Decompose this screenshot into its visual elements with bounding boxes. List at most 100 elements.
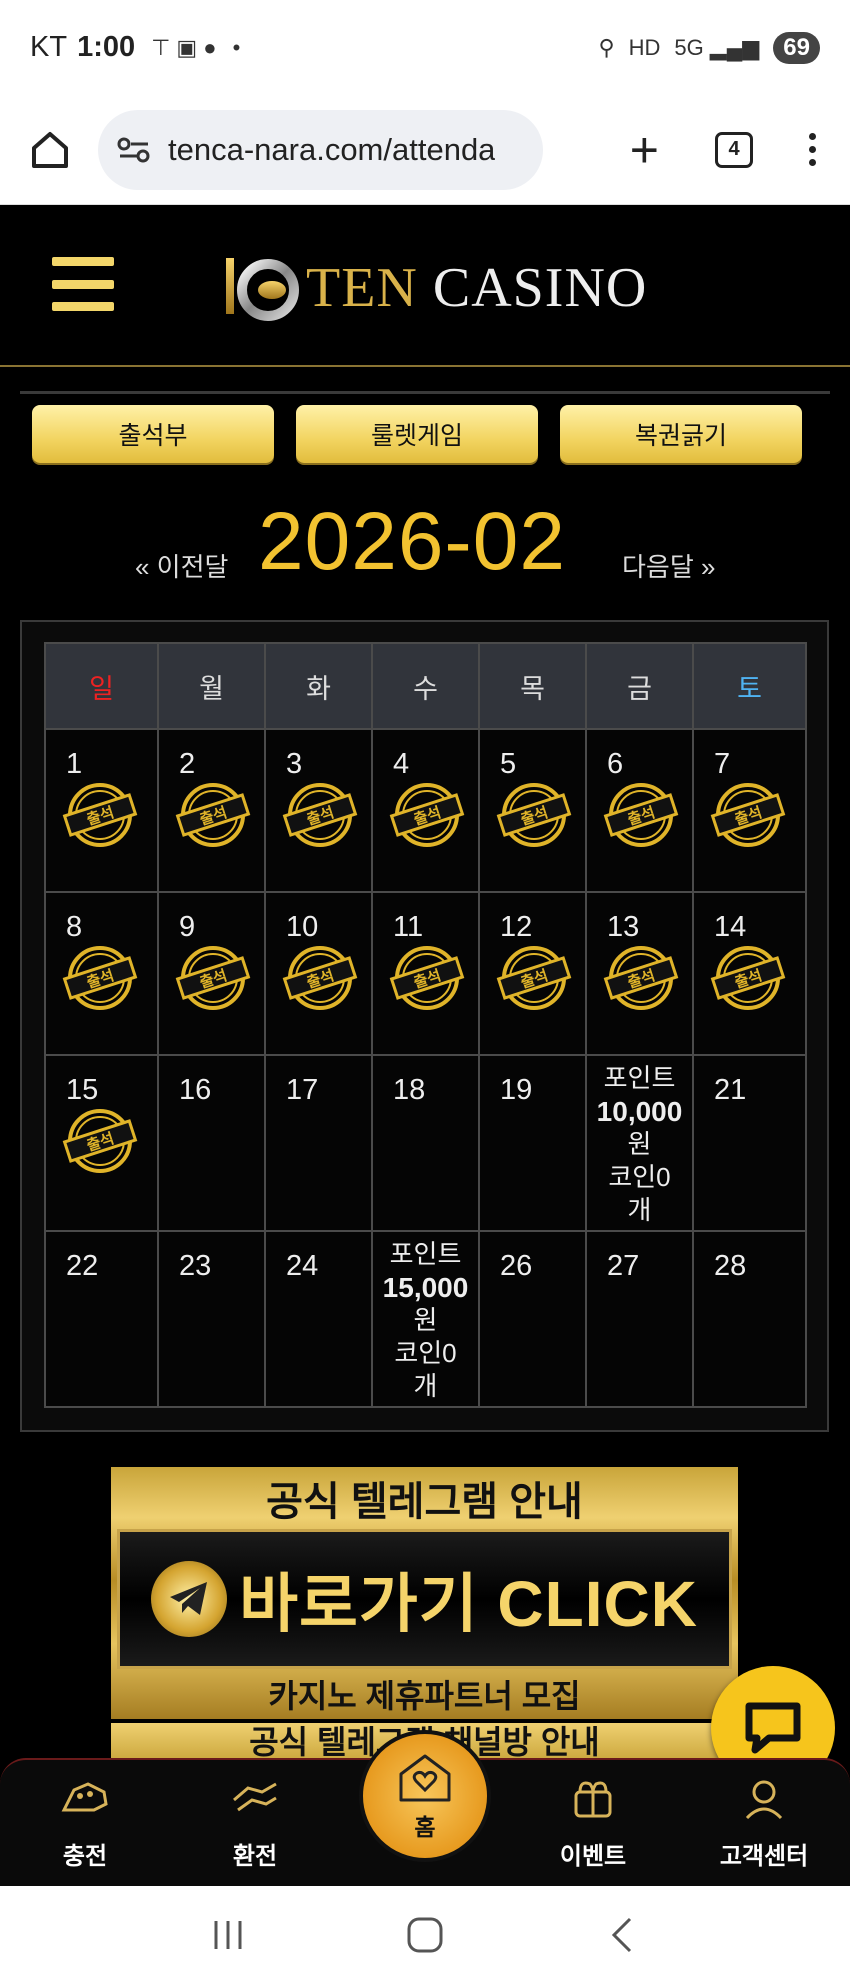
calendar-day-cell[interactable]: 3 출석 — [264, 728, 373, 893]
tab-attendance[interactable]: 출석부 — [32, 405, 274, 463]
day-number: 28 — [714, 1250, 747, 1282]
calendar-day-cell[interactable]: 9 출석 — [157, 891, 266, 1056]
day-number: 11 — [393, 911, 424, 943]
home-heart-icon — [399, 1754, 451, 1802]
browser-menu-button[interactable] — [809, 133, 816, 166]
calendar-day-cell[interactable]: 19 — [478, 1054, 587, 1232]
browser-home-button[interactable] — [24, 124, 76, 176]
weekday-header: 일 — [44, 642, 159, 730]
calendar-day-cell[interactable]: 26 — [478, 1230, 587, 1408]
weekday-header: 토 — [692, 642, 807, 730]
support-agent-icon — [745, 1780, 783, 1820]
nav-charge[interactable]: 충전 — [25, 1770, 145, 1871]
calendar-day-cell[interactable]: 17 — [264, 1054, 373, 1232]
day-number: 17 — [286, 1074, 319, 1106]
calendar-day-cell[interactable]: 15 출석 — [44, 1054, 159, 1232]
daily-reward-label: 포인트 10,000 원 코인0 개 — [596, 1063, 683, 1225]
attendance-stamp-icon: 출석 — [62, 1109, 138, 1173]
tab-lottery[interactable]: 복권긁기 — [560, 405, 802, 463]
calendar-day-cell[interactable]: 5 출석 — [478, 728, 587, 893]
day-number: 8 — [66, 911, 83, 943]
recent-apps-button[interactable] — [198, 1910, 258, 1960]
daily-reward-label: 포인트 15,000 원 코인0 개 — [382, 1239, 469, 1401]
address-bar[interactable]: tenca-nara.com/attenda — [98, 109, 543, 190]
charge-icon — [61, 1782, 108, 1812]
site-logo[interactable]: TEN CASINO — [222, 250, 647, 325]
calendar-day-cell[interactable]: 27 — [585, 1230, 694, 1408]
tab-roulette[interactable]: 룰렛게임 — [296, 405, 538, 463]
calendar-day-cell[interactable]: 10 출석 — [264, 891, 373, 1056]
weekday-header: 월 — [157, 642, 266, 730]
day-number: 5 — [500, 748, 517, 780]
new-tab-button[interactable]: + — [630, 125, 659, 175]
calendar-day-cell[interactable]: 28 — [692, 1230, 807, 1408]
logo-mark-icon — [226, 257, 299, 321]
attendance-stamp-icon: 출석 — [175, 946, 251, 1010]
prev-month-link[interactable]: « 이전달 — [135, 547, 228, 584]
calendar-table: 일월화수목금토 1 출석 2 출석 3 출석 4 출석 5 출석 6 출석 7 출석 8 출석 9 출석 10 출석 1… — [44, 642, 807, 1408]
day-number: 21 — [714, 1074, 747, 1106]
android-home-button[interactable] — [395, 1910, 455, 1960]
nav-exchange[interactable]: 환전 — [195, 1770, 315, 1871]
calendar-day-cell[interactable]: 12 출석 — [478, 891, 587, 1056]
day-number: 14 — [714, 911, 747, 943]
back-button[interactable] — [592, 1910, 652, 1960]
attendance-stamp-icon: 출석 — [389, 946, 465, 1010]
day-number: 10 — [286, 911, 319, 943]
calendar-day-cell[interactable]: 포인트 10,000 원 코인0 개 — [585, 1054, 694, 1232]
calendar-day-cell[interactable]: 1 출석 — [44, 728, 159, 893]
attendance-stamp-icon: 출석 — [282, 946, 358, 1010]
calendar-day-cell[interactable]: 21 — [692, 1054, 807, 1232]
feature-tabs: 출석부 룰렛게임 복권긁기 — [32, 405, 802, 463]
day-number: 7 — [714, 748, 731, 780]
carrier-label: KT — [30, 31, 68, 63]
day-number: 22 — [66, 1250, 99, 1282]
day-number: 16 — [179, 1074, 212, 1106]
tab-switcher-button[interactable]: 4 — [715, 131, 753, 168]
weekday-header: 화 — [264, 642, 373, 730]
calendar-day-cell[interactable]: 23 — [157, 1230, 266, 1408]
hamburger-menu-icon[interactable] — [52, 257, 114, 311]
calendar-day-cell[interactable]: 24 — [264, 1230, 373, 1408]
calendar-day-cell[interactable]: 7 출석 — [692, 728, 807, 893]
url-text: tenca-nara.com/attenda — [168, 131, 496, 167]
telegram-banner[interactable]: 공식 텔레그램 안내 바로가기 CLICK 카지노 제휴파트너 모집 — [111, 1467, 738, 1719]
telegram-icon — [151, 1561, 228, 1637]
calendar-day-cell[interactable]: 22 — [44, 1230, 159, 1408]
attendance-calendar: 일월화수목금토 1 출석 2 출석 3 출석 4 출석 5 출석 6 출석 7 출석 8 출석 9 출석 10 출석 1… — [20, 620, 829, 1432]
calendar-day-cell[interactable]: 6 출석 — [585, 728, 694, 893]
calendar-day-cell[interactable]: 4 출석 — [371, 728, 480, 893]
calendar-day-cell[interactable]: 11 출석 — [371, 891, 480, 1056]
battery-indicator: 69 — [773, 31, 820, 64]
calendar-day-cell[interactable]: 8 출석 — [44, 891, 159, 1056]
month-navigation: « 이전달 2026-02 다음달 » — [0, 495, 850, 590]
attendance-stamp-icon: 출석 — [603, 946, 679, 1010]
nav-home-button[interactable]: 홈 — [359, 1730, 491, 1862]
clock: 1:00 — [77, 31, 136, 63]
calendar-day-cell[interactable]: 14 출석 — [692, 891, 807, 1056]
attendance-stamp-icon: 출석 — [710, 946, 786, 1010]
day-number: 19 — [500, 1074, 533, 1106]
signal-icon: 5G ▂▄▆ — [674, 34, 760, 60]
location-icon: ⚲ — [598, 34, 615, 60]
month-title: 2026-02 — [258, 496, 566, 587]
calendar-week-row: 15 출석 16 17 18 19 포인트 10,000 원 코인0 개 21 — [44, 1054, 807, 1232]
calendar-day-cell[interactable]: 16 — [157, 1054, 266, 1232]
calendar-day-cell[interactable]: 포인트 15,000 원 코인0 개 — [371, 1230, 480, 1408]
android-navigation-bar — [0, 1886, 850, 1983]
day-number: 23 — [179, 1250, 212, 1282]
calendar-day-cell[interactable]: 2 출석 — [157, 728, 266, 893]
site-settings-icon[interactable] — [116, 135, 152, 165]
banner-cta-panel[interactable]: 바로가기 CLICK — [117, 1529, 732, 1669]
next-month-link[interactable]: 다음달 » — [622, 547, 715, 584]
calendar-day-cell[interactable]: 13 출석 — [585, 891, 694, 1056]
notification-icon: ⊤ ▣ ● — [151, 34, 217, 60]
exchange-icon — [233, 1782, 277, 1812]
nav-event[interactable]: 이벤트 — [533, 1770, 653, 1871]
calendar-week-row: 1 출석 2 출석 3 출석 4 출석 5 출석 6 출석 7 출석 — [44, 728, 807, 893]
day-number: 15 — [66, 1074, 99, 1106]
weekday-header: 금 — [585, 642, 694, 730]
hd-icon: HD — [628, 34, 661, 60]
calendar-day-cell[interactable]: 18 — [371, 1054, 480, 1232]
nav-support[interactable]: 고객센터 — [704, 1770, 824, 1871]
